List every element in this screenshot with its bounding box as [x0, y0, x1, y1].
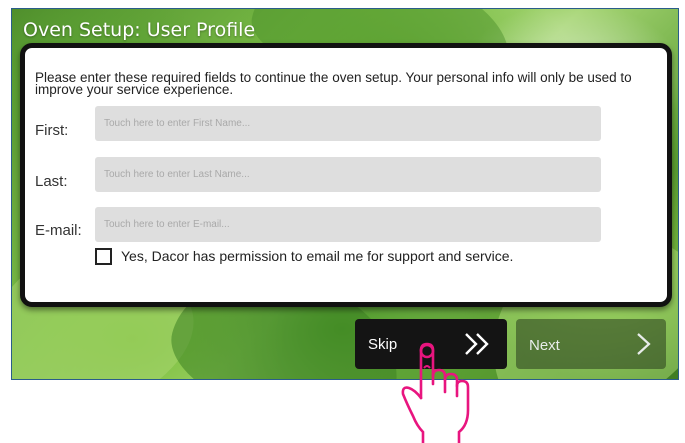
- email-permission-label[interactable]: Yes, Dacor has permission to email me fo…: [121, 248, 513, 264]
- last-name-placeholder: Touch here to enter Last Name...: [104, 169, 250, 180]
- email-input[interactable]: Touch here to enter E-mail...: [95, 207, 601, 242]
- oven-screen: Oven Setup: User Profile Please enter th…: [11, 8, 679, 380]
- first-name-label: First:: [35, 122, 69, 139]
- email-label: E-mail:: [35, 222, 82, 239]
- last-name-label: Last:: [35, 173, 68, 190]
- user-profile-card: Please enter these required fields to co…: [20, 43, 672, 307]
- screen-title: Oven Setup: User Profile: [23, 19, 256, 41]
- chevron-right-icon: [637, 333, 651, 355]
- first-name-input[interactable]: Touch here to enter First Name...: [95, 106, 601, 141]
- last-name-input[interactable]: Touch here to enter Last Name...: [95, 157, 601, 192]
- email-placeholder: Touch here to enter E-mail...: [104, 219, 230, 230]
- next-button-label: Next: [529, 337, 560, 354]
- next-button[interactable]: Next: [516, 319, 666, 369]
- email-permission-checkbox[interactable]: [95, 248, 112, 265]
- first-name-placeholder: Touch here to enter First Name...: [104, 118, 251, 129]
- intro-text: Please enter these required fields to co…: [35, 70, 632, 97]
- pointing-hand-icon: [401, 342, 470, 443]
